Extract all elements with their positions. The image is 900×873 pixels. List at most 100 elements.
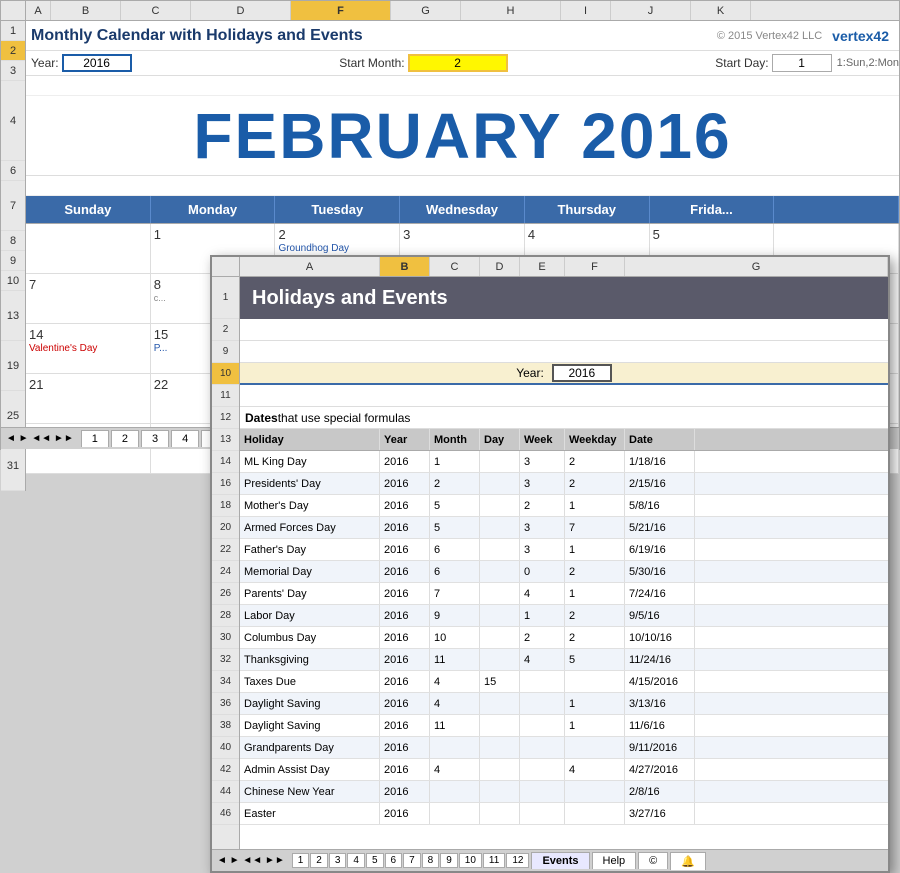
col-a: A (26, 1, 51, 20)
popup-rh-13: 13 (212, 429, 239, 451)
start-month-label: Start Month: (339, 56, 404, 70)
cell-date: 4/27/2016 (625, 759, 695, 780)
popup-rh-40: 40 (212, 737, 239, 759)
section-bold: Dates (245, 411, 278, 425)
cell-year: 2016 (380, 693, 430, 714)
popup-year-input-row: Year: (240, 363, 888, 385)
cell-holiday: Daylight Saving (240, 693, 380, 714)
day-header-mon: Monday (151, 196, 276, 223)
cell-day (480, 561, 520, 582)
cell-weekday (565, 737, 625, 758)
num-tab-9[interactable]: 9 (440, 853, 458, 868)
num-tab-2[interactable]: 2 (310, 853, 328, 868)
row-8: 8 (1, 231, 25, 251)
cell-date: 11/24/16 (625, 649, 695, 670)
cell-date: 4/15/2016 (625, 671, 695, 692)
row-2-active: 2 (1, 41, 25, 61)
num-tab-7[interactable]: 7 (403, 853, 421, 868)
cell-week (520, 693, 565, 714)
cell-holiday: Labor Day (240, 605, 380, 626)
cell-month: 4 (430, 693, 480, 714)
popup-tab-events[interactable]: Events (531, 852, 589, 869)
col-c: C (121, 1, 191, 20)
cell-date: 9/5/16 (625, 605, 695, 626)
cell-date: 6/19/16 (625, 539, 695, 560)
popup-tab-copyright[interactable]: © (638, 852, 668, 869)
table-row: Daylight Saving 2016 11 1 11/6/16 (240, 715, 888, 737)
cell-holiday: ML King Day (240, 451, 380, 472)
col-d: D (191, 1, 291, 20)
day-num: 14 (29, 327, 147, 342)
num-tab-11[interactable]: 11 (483, 853, 505, 868)
popup-rh-38: 38 (212, 715, 239, 737)
col-h: I (561, 1, 611, 20)
year-input[interactable] (62, 54, 132, 72)
num-tab-12[interactable]: 12 (506, 853, 529, 868)
num-tab-8[interactable]: 8 (422, 853, 440, 868)
start-month-input[interactable] (408, 54, 508, 72)
cell-day (480, 583, 520, 604)
row-1: 1 (1, 21, 25, 41)
cell-week: 3 (520, 517, 565, 538)
th-weekday: Weekday (565, 429, 625, 450)
cell-year: 2016 (380, 539, 430, 560)
sheet-tab-3[interactable]: 3 (141, 430, 169, 447)
num-tab-1[interactable]: 1 (292, 853, 310, 868)
cell-week: 4 (520, 583, 565, 604)
popup-year-input[interactable] (552, 364, 612, 382)
day-num: 7 (29, 277, 147, 292)
row-10: 10 (1, 271, 25, 291)
th-year: Year (380, 429, 430, 450)
cell-weekday (565, 803, 625, 824)
sheet-nav-arrows[interactable]: ◄ ► ◄◄ ►► (1, 433, 79, 444)
cell-day (480, 539, 520, 560)
col-i: J (611, 1, 691, 20)
cell-day (480, 473, 520, 494)
num-tab-3[interactable]: 3 (329, 853, 347, 868)
num-tab-6[interactable]: 6 (385, 853, 403, 868)
cell-day (480, 649, 520, 670)
day-num: 1 (154, 227, 272, 242)
popup-tab-bell[interactable]: 🔔 (670, 852, 706, 870)
cell-holiday: Armed Forces Day (240, 517, 380, 538)
cell-date: 10/10/16 (625, 627, 695, 648)
cell-day (480, 693, 520, 714)
popup-col-b-active: B (380, 257, 430, 276)
cell-holiday: Memorial Day (240, 561, 380, 582)
cell-day (480, 715, 520, 736)
popup-tab-help[interactable]: Help (592, 852, 637, 869)
cell-weekday: 2 (565, 561, 625, 582)
row-9: 9 (1, 251, 25, 271)
popup-rh-32: 32 (212, 649, 239, 671)
col-b: B (51, 1, 121, 20)
num-tab-4[interactable]: 4 (347, 853, 365, 868)
sheet-tab-2[interactable]: 2 (111, 430, 139, 447)
th-date: Date (625, 429, 695, 450)
sheet-tab-1[interactable]: 1 (81, 430, 109, 447)
cell-date: 5/30/16 (625, 561, 695, 582)
cell-month: 4 (430, 759, 480, 780)
cell-weekday: 7 (565, 517, 625, 538)
cell-date: 3/27/16 (625, 803, 695, 824)
sheet-tab-4[interactable]: 4 (171, 430, 199, 447)
cell-date: 3/13/16 (625, 693, 695, 714)
cell-week (520, 759, 565, 780)
popup-corner (212, 257, 240, 276)
popup-section-header: Dates that use special formulas (240, 407, 888, 429)
num-tab-10[interactable]: 10 (459, 853, 482, 868)
popup-rh-44: 44 (212, 781, 239, 803)
cell-weekday: 1 (565, 495, 625, 516)
popup-nav-arrows[interactable]: ◄ ► ◄◄ ►► (212, 855, 290, 866)
num-tab-5[interactable]: 5 (366, 853, 384, 868)
cell-weekday (565, 671, 625, 692)
start-day-input[interactable] (772, 54, 832, 72)
cell-week: 3 (520, 451, 565, 472)
cell-date: 2/15/16 (625, 473, 695, 494)
cell-holiday: Daylight Saving (240, 715, 380, 736)
cell-month: 1 (430, 451, 480, 472)
cell-date: 2/8/16 (625, 781, 695, 802)
popup-rh-11: 11 (212, 385, 239, 407)
table-row: Parents' Day 2016 7 4 1 7/24/16 (240, 583, 888, 605)
cell-weekday: 1 (565, 583, 625, 604)
popup-title-area: Holidays and Events (240, 277, 888, 319)
